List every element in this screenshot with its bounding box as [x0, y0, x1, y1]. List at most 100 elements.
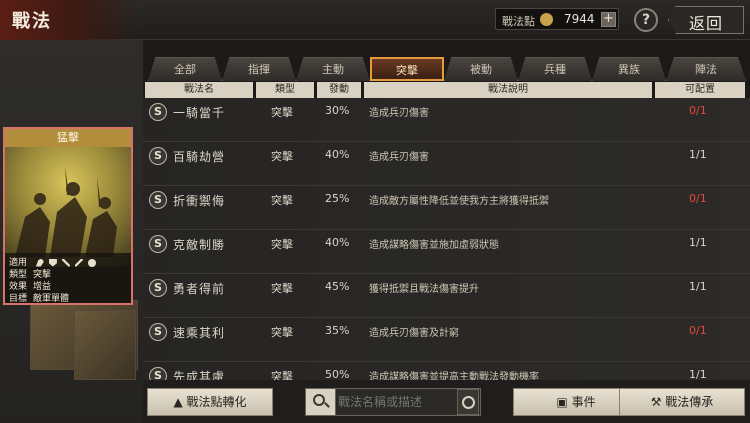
- tactic-type: 突擊: [271, 106, 293, 119]
- back-button[interactable]: 返回: [668, 6, 744, 34]
- page-title: 戰法: [12, 11, 52, 32]
- points-label: 戰法點: [502, 15, 535, 28]
- tactic-type: 突擊: [271, 150, 293, 163]
- tactic-desc: 造成兵刃傷害: [369, 152, 429, 163]
- table-row[interactable]: S 速乘其利 突擊 35% 造成兵刃傷害及計窮 0/1: [143, 318, 750, 362]
- table-row[interactable]: S 一騎當千 突擊 30% 造成兵刃傷害 0/1: [143, 98, 750, 142]
- spear-icon: [74, 258, 83, 267]
- table-row[interactable]: S 先成其慮 突擊 50% 造成謀略傷害並提高主動戰法發動機率 1/1: [143, 362, 750, 380]
- tactic-type: 突擊: [271, 326, 293, 339]
- col-header-rate[interactable]: 發動: [317, 82, 361, 98]
- points-value: 7944: [564, 12, 595, 26]
- search-button[interactable]: [306, 389, 336, 415]
- info-value: 敵軍單體: [33, 294, 70, 304]
- table-row[interactable]: S 百騎劫營 突擊 40% 造成兵刃傷害 1/1: [143, 142, 750, 186]
- shield-icon: [48, 258, 57, 267]
- tab-active[interactable]: 主動: [296, 57, 370, 81]
- bow-icon: [61, 258, 70, 267]
- convert-points-button[interactable]: ▲ 戰法點轉化: [147, 388, 273, 416]
- col-header-desc: 戰法說明: [364, 82, 652, 98]
- table-row[interactable]: S 克敵制勝 突擊 40% 造成謀略傷害並施加虛弱狀態 1/1: [143, 230, 750, 274]
- tactic-points-box: 戰法點 7944 +: [495, 8, 619, 30]
- grade-badge: S: [149, 323, 167, 341]
- tactic-alloc: 1/1: [689, 148, 707, 161]
- tab-passive[interactable]: 被動: [444, 57, 518, 81]
- clock-icon: [462, 396, 475, 409]
- tactic-rate: 40%: [325, 148, 350, 161]
- grade-badge: S: [149, 147, 167, 165]
- search-icon-handle: [324, 402, 330, 408]
- back-label: 返回: [689, 14, 724, 33]
- col-header-type[interactable]: 類型: [256, 82, 314, 98]
- tactic-alloc: 0/1: [689, 104, 707, 117]
- tab-all[interactable]: 全部: [148, 57, 222, 81]
- tactic-rate: 50%: [325, 368, 350, 380]
- event-icon: ▣: [556, 395, 568, 409]
- search-box: [305, 388, 481, 416]
- tactic-list[interactable]: S 一騎當千 突擊 30% 造成兵刃傷害 0/1 S 百騎劫營 突擊 40% 造…: [143, 98, 750, 380]
- wheel-icon: [87, 258, 96, 267]
- add-points-button[interactable]: +: [601, 12, 616, 27]
- grade-badge: S: [149, 367, 167, 380]
- tactic-alloc: 0/1: [689, 192, 707, 205]
- unit-type-icons: [35, 258, 96, 267]
- grade-badge: S: [149, 235, 167, 253]
- tactic-type: 突擊: [271, 282, 293, 295]
- cavalry-icon: [35, 258, 44, 267]
- tactic-alloc: 1/1: [689, 280, 707, 293]
- col-header-name[interactable]: 戰法名: [145, 82, 253, 98]
- tactic-alloc: 1/1: [689, 368, 707, 380]
- tactic-name: 速乘其利: [173, 326, 226, 340]
- grade-badge: S: [149, 279, 167, 297]
- help-button[interactable]: ?: [634, 8, 658, 32]
- table-row[interactable]: S 折衝禦侮 突擊 25% 造成敵方屬性降低並使我方主將獲得抵禦 0/1: [143, 186, 750, 230]
- tactic-rate: 35%: [325, 324, 350, 337]
- tactic-type: 突擊: [271, 238, 293, 251]
- flask-icon: ▲: [173, 395, 183, 409]
- tactic-name: 折衝禦侮: [173, 194, 226, 208]
- info-key: 目標: [9, 294, 28, 304]
- inherit-button[interactable]: ⚒ 戰法傳承: [619, 388, 745, 416]
- grade-badge: S: [149, 191, 167, 209]
- card-artwork: [5, 147, 131, 267]
- card-info-row: 目標 敵軍單體: [9, 291, 69, 304]
- tactic-type: 突擊: [271, 194, 293, 207]
- col-header-alloc[interactable]: 可配置: [655, 82, 745, 98]
- tactic-alloc: 1/1: [689, 236, 707, 249]
- event-label: 事件: [571, 395, 596, 409]
- tactic-desc: 造成謀略傷害並施加虛弱狀態: [369, 240, 499, 251]
- convert-points-label: 戰法點轉化: [186, 395, 247, 409]
- tactic-name: 先成其慮: [173, 370, 226, 380]
- tab-foreign[interactable]: 異族: [592, 57, 666, 81]
- tactic-name: 勇者得前: [173, 282, 226, 296]
- tab-assault[interactable]: 突擊: [370, 57, 444, 81]
- tactic-type: 突擊: [271, 370, 293, 380]
- history-button[interactable]: [457, 389, 479, 415]
- tactic-rate: 40%: [325, 236, 350, 249]
- bottom-bar: ▲ 戰法點轉化 ▣ 事件 ⚒ 戰法傳承: [143, 380, 750, 423]
- grade-badge: S: [149, 103, 167, 121]
- inherit-label: 戰法傳承: [665, 395, 714, 409]
- points-icon: [540, 13, 553, 26]
- hammer-icon: ⚒: [650, 395, 662, 409]
- table-row[interactable]: S 勇者得前 突擊 45% 獲得抵禦且戰法傷害提升 1/1: [143, 274, 750, 318]
- tactic-rate: 30%: [325, 104, 350, 117]
- tactic-alloc: 0/1: [689, 324, 707, 337]
- search-icon: [313, 394, 325, 406]
- tab-command[interactable]: 指揮: [222, 57, 296, 81]
- cavalry-art: [15, 167, 117, 257]
- card-stack-back-2: [74, 310, 136, 380]
- tactic-rate: 25%: [325, 192, 350, 205]
- tab-formation[interactable]: 陣法: [666, 57, 746, 81]
- card-title: 猛擊: [5, 129, 131, 147]
- tab-troop-type[interactable]: 兵種: [518, 57, 592, 81]
- title-banner: 戰法: [0, 0, 140, 40]
- tactic-rate: 45%: [325, 280, 350, 293]
- card-info-panel: 適用 類型 突擊 效果 增益 目標 敵軍單體: [5, 253, 131, 304]
- tactic-name: 百騎劫營: [173, 150, 226, 164]
- tactic-name: 一騎當千: [173, 106, 226, 120]
- selected-tactic-card[interactable]: 猛擊 適用 類型突擊 效果 增益 目標 敵軍單體: [3, 127, 133, 305]
- tactic-desc: 獲得抵禦且戰法傷害提升: [369, 284, 479, 295]
- tactic-desc: 造成敵方屬性降低並使我方主將獲得抵禦: [369, 196, 549, 207]
- search-input[interactable]: [338, 392, 450, 412]
